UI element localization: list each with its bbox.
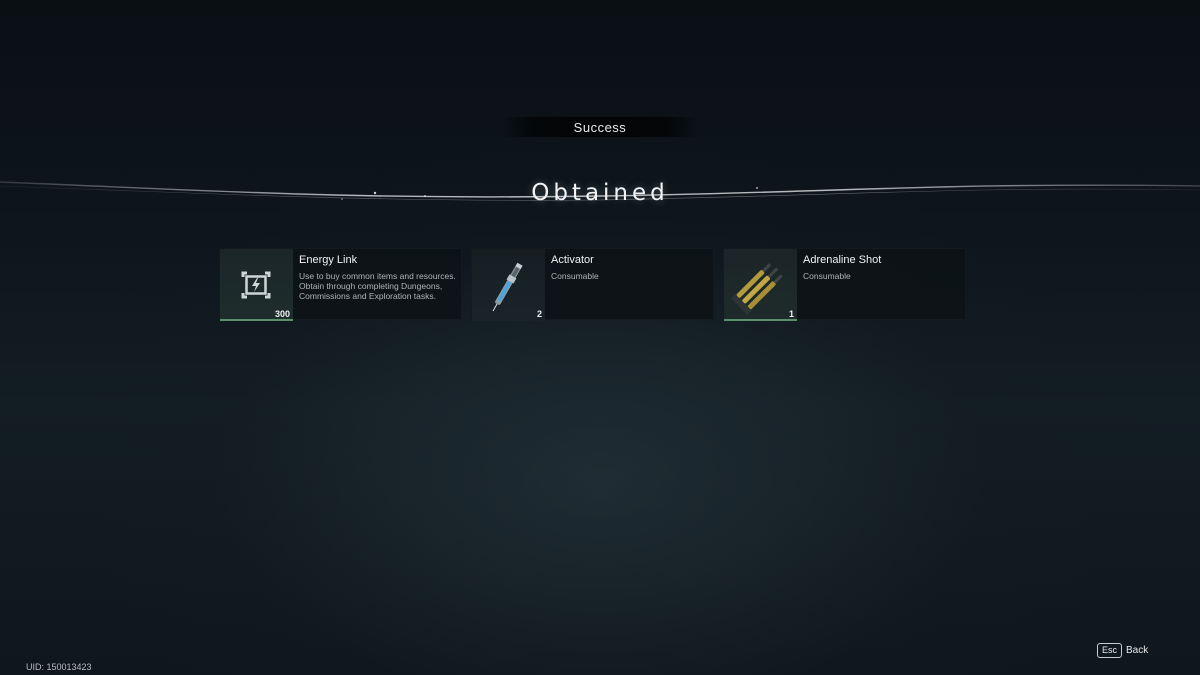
success-label: Success — [573, 119, 627, 135]
success-banner: Success — [500, 117, 700, 137]
back-label[interactable]: Back — [1126, 645, 1148, 656]
item-thumbnail: 2 — [472, 249, 545, 321]
adrenaline-shot-icon — [731, 263, 783, 315]
item-name: Energy Link — [299, 254, 358, 266]
item-card-energy-link[interactable]: 300 Energy Link Use to buy common items … — [219, 248, 462, 321]
obtained-title: Obtained — [531, 180, 669, 206]
item-description: Consumable — [551, 271, 599, 281]
item-card-activator[interactable]: 2 Activator Consumable — [471, 248, 714, 321]
activator-syringe-icon — [492, 262, 523, 312]
item-description: Consumable — [803, 271, 851, 281]
item-quantity: 300 — [274, 309, 290, 319]
back-button[interactable]: Esc Back — [1097, 643, 1148, 658]
item-description: Use to buy common items and resources. O… — [299, 271, 456, 301]
uid-label: UID: 150013423 — [26, 662, 92, 672]
item-name: Adrenaline Shot — [803, 254, 882, 266]
item-quantity: 2 — [536, 309, 542, 319]
item-thumbnail: 1 — [724, 249, 797, 321]
item-thumbnail: 300 — [220, 249, 293, 321]
esc-key-hint[interactable]: Esc — [1097, 643, 1123, 658]
item-quantity: 1 — [788, 309, 794, 319]
item-name: Activator — [551, 254, 594, 266]
item-card-adrenaline-shot[interactable]: 1 Adrenaline Shot Consumable — [723, 248, 966, 321]
